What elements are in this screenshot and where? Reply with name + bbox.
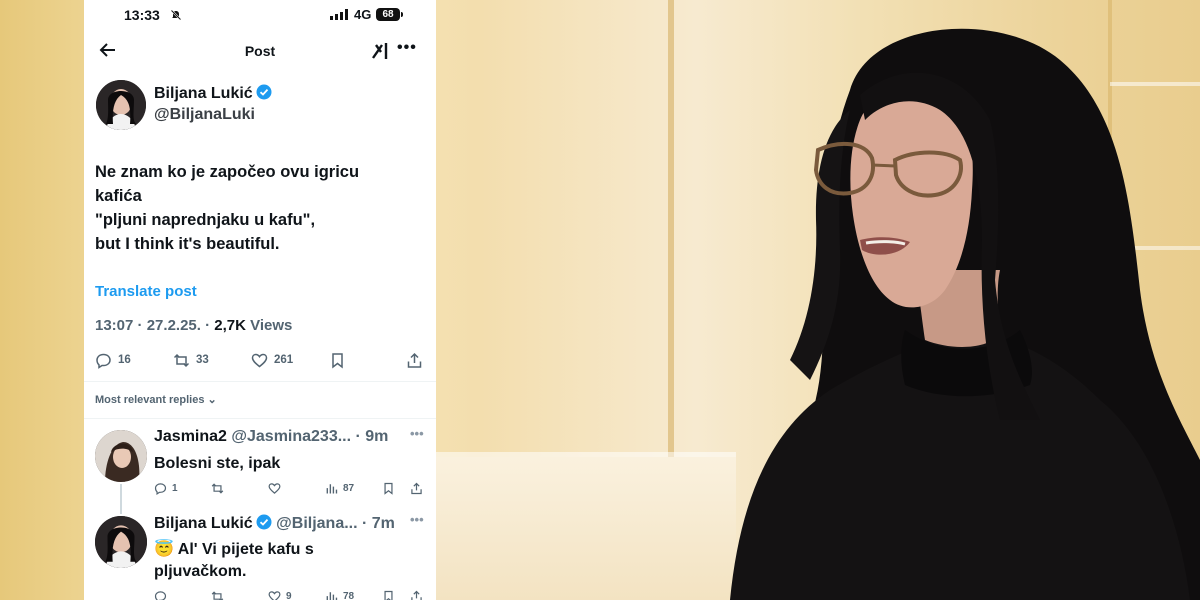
repost-button[interactable]: [211, 480, 229, 496]
like-count: 9: [286, 590, 292, 600]
share-button[interactable]: [406, 350, 429, 370]
reply-author-name[interactable]: Jasmina2: [154, 428, 227, 445]
like-icon: [251, 353, 268, 367]
reply-item[interactable]: Biljana Lukić @Biljana... · 7m ••• 😇 Al'…: [84, 506, 436, 600]
woman-portrait: [730, 28, 1200, 600]
views-count: 2,7K: [214, 317, 246, 334]
share-icon: [411, 590, 422, 600]
reply-count: 16: [118, 354, 131, 366]
like-button[interactable]: 261: [251, 350, 293, 370]
reply-author-handle[interactable]: @Biljana...: [276, 515, 357, 532]
translate-post-link[interactable]: Translate post: [95, 283, 197, 300]
author-name-text: Biljana Lukić: [154, 85, 253, 102]
post-header: Post •••: [84, 32, 436, 72]
post-screenshot: 13:33 4G 68 Post ••• Biljana Lukić @Bilj…: [84, 0, 436, 600]
post-text-line: kafića: [95, 187, 142, 205]
bookmark-icon: [384, 482, 393, 495]
post-text-line: but I think it's beautiful.: [95, 235, 280, 253]
status-time: 13:33: [124, 7, 160, 23]
share-icon: [411, 482, 422, 494]
repost-icon: [173, 353, 190, 367]
reply-action-bar: 1 87: [154, 480, 434, 496]
reply-text: 😇 Al' Vi pijete kafu s pljuvačkom.: [154, 539, 314, 583]
share-button[interactable]: [410, 588, 428, 600]
views-label: Views: [250, 317, 293, 334]
repost-icon: [211, 482, 224, 494]
chevron-down-icon: ⌄: [207, 394, 217, 406]
post-author[interactable]: Biljana Lukić @BiljanaLuki: [96, 78, 426, 134]
reply-more-icon[interactable]: •••: [410, 426, 424, 441]
reply-header: Biljana Lukić @Biljana... · 7m: [154, 514, 395, 532]
bookmark-icon: [384, 590, 393, 600]
like-icon: [268, 590, 281, 600]
reply-action-bar: 9 78: [154, 588, 434, 600]
post-meta: 13:07 · 27.2.25. · 2,7K Views: [95, 317, 293, 334]
reply-time: 9m: [365, 428, 389, 445]
bell-off-icon: [170, 9, 182, 21]
smiling-halo-emoji: 😇: [154, 541, 174, 558]
reply-header: Jasmina2 @Jasmina233... · 9m: [154, 428, 389, 445]
network-type: 4G: [354, 7, 372, 22]
post-text-line: "pljuni naprednjaku u kafu",: [95, 211, 316, 229]
avatar[interactable]: [95, 516, 147, 568]
reply-icon: [154, 482, 167, 495]
like-button[interactable]: 9: [268, 588, 292, 600]
views-count: 78: [343, 590, 355, 600]
reply-text-line: Al' Vi pijete kafu s: [177, 541, 314, 558]
views-icon: [326, 483, 338, 493]
signal-icon: [330, 9, 348, 20]
reply-button[interactable]: [154, 588, 172, 600]
views-button[interactable]: 78: [325, 588, 354, 600]
divider: [84, 381, 436, 382]
post-time: 13:07: [95, 317, 134, 334]
replies-sort-label: Most relevant replies: [95, 394, 205, 406]
like-count: 261: [274, 354, 294, 366]
battery-tip: [401, 12, 403, 17]
reply-button[interactable]: 1: [154, 480, 178, 496]
post-date: 27.2.25.: [146, 317, 201, 334]
repost-button[interactable]: [211, 588, 229, 600]
share-button[interactable]: [410, 480, 428, 496]
views-icon: [326, 591, 338, 600]
reply-icon: [96, 353, 111, 369]
bookmark-button[interactable]: [329, 350, 352, 370]
views-count: 87: [343, 482, 355, 494]
like-button[interactable]: [268, 480, 286, 496]
bookmark-button[interactable]: [382, 480, 400, 496]
grok-icon[interactable]: [370, 40, 392, 62]
avatar[interactable]: [96, 80, 146, 130]
repost-count: 33: [196, 354, 209, 366]
avatar[interactable]: [95, 430, 147, 482]
share-icon: [407, 352, 422, 368]
reply-author-handle[interactable]: @Jasmina233...: [231, 428, 351, 445]
bookmark-icon: [332, 352, 343, 369]
post-action-bar: 16 33 261: [84, 346, 436, 374]
status-bar: 13:33 4G 68: [84, 0, 436, 30]
bookmark-button[interactable]: [382, 588, 400, 600]
studio-panel: [436, 457, 736, 600]
post-text: Ne znam ko je započeo ovu igricu kafića …: [95, 160, 425, 256]
reply-item[interactable]: Jasmina2 @Jasmina233... · 9m ••• Bolesni…: [84, 420, 436, 504]
verified-badge-icon: [256, 514, 272, 530]
reply-more-icon[interactable]: •••: [410, 512, 424, 527]
reply-count: 1: [172, 482, 178, 494]
views-button[interactable]: 87: [325, 480, 354, 496]
reply-button[interactable]: 16: [95, 350, 131, 370]
post-text-line: Ne znam ko je započeo ovu igricu: [95, 163, 360, 181]
reply-time: 7m: [371, 515, 395, 532]
repost-icon: [211, 590, 224, 600]
reply-author-name[interactable]: Biljana Lukić: [154, 515, 253, 532]
more-icon[interactable]: •••: [397, 39, 417, 57]
author-handle[interactable]: @BiljanaLuki: [154, 106, 255, 124]
verified-badge-icon: [256, 84, 272, 100]
reply-icon: [154, 590, 167, 600]
divider: [84, 418, 436, 419]
replies-sort-dropdown[interactable]: Most relevant replies ⌄: [95, 393, 217, 406]
author-name[interactable]: Biljana Lukić: [154, 84, 272, 103]
reply-text-line: pljuvačkom.: [154, 563, 247, 580]
reply-text: Bolesni ste, ipak: [154, 455, 281, 472]
battery-level: 68: [376, 8, 400, 21]
like-icon: [268, 482, 281, 494]
repost-button[interactable]: 33: [173, 350, 209, 370]
